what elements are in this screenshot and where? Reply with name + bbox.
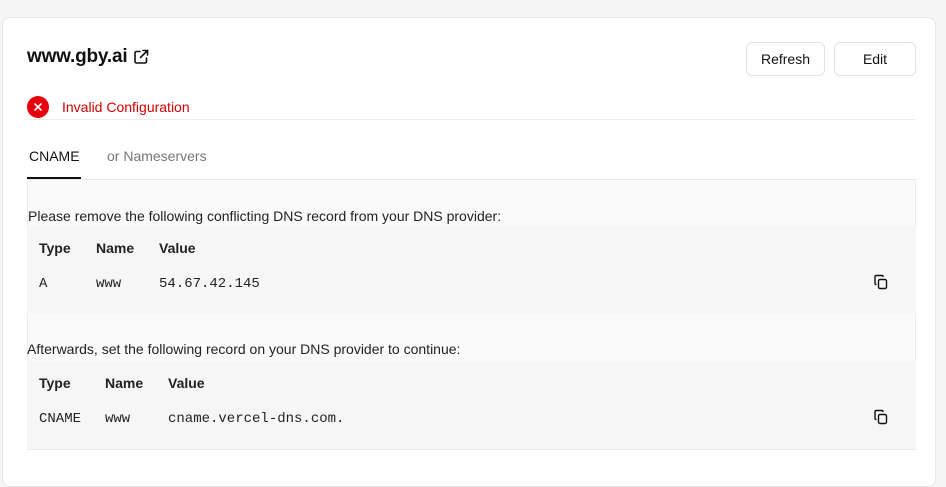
required-record-table: Type Name Value CNAME www cname.vercel-d…: [27, 361, 916, 449]
external-link-icon[interactable]: [131, 47, 151, 67]
domain-header: www.gby.ai: [27, 46, 151, 68]
domain-card: www.gby.ai Refresh Edit Invalid Configur…: [2, 17, 936, 487]
tab-cname[interactable]: CNAME: [29, 148, 80, 164]
error-circle-icon: [27, 96, 49, 118]
record-name: www: [96, 276, 122, 292]
tab-nameservers[interactable]: or Nameservers: [107, 148, 207, 164]
edit-button[interactable]: Edit: [834, 42, 916, 76]
conflict-instruction: Please remove the following conflicting …: [28, 208, 502, 224]
record-value: 54.67.42.145: [159, 276, 260, 292]
record-value: cname.vercel-dns.com.: [168, 411, 345, 427]
col-header-name: Name: [96, 240, 135, 256]
status-text: Invalid Configuration: [62, 99, 190, 115]
status-row: Invalid Configuration: [27, 96, 190, 118]
copy-icon[interactable]: [873, 409, 889, 425]
record-name: www: [105, 411, 131, 427]
refresh-button[interactable]: Refresh: [746, 42, 825, 76]
col-header-type: Type: [39, 240, 71, 256]
col-header-value: Value: [159, 240, 196, 256]
col-header-value: Value: [168, 375, 205, 391]
copy-icon[interactable]: [873, 274, 889, 290]
active-tab-indicator: [27, 177, 81, 179]
domain-name: www.gby.ai: [27, 46, 128, 67]
record-type: CNAME: [39, 411, 82, 427]
required-instruction: Afterwards, set the following record on …: [27, 341, 461, 357]
record-type: A: [39, 276, 48, 292]
record-tabs: CNAME or Nameservers: [27, 144, 916, 180]
col-header-name: Name: [105, 375, 144, 391]
divider: [27, 119, 916, 120]
col-header-type: Type: [39, 375, 71, 391]
conflict-record-table: Type Name Value A www 54.67.42.145: [27, 226, 916, 313]
